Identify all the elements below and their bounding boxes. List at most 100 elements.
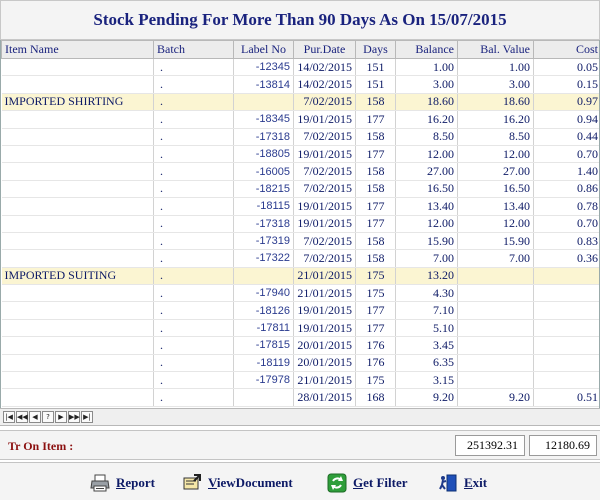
- column-header-label-no[interactable]: Label No: [233, 40, 294, 59]
- table-row[interactable]: . -17978 21/01/2015 175 3.15: [1, 371, 599, 390]
- cost-cell: 0.86: [533, 180, 599, 199]
- pur-date-cell: 7/02/2015: [293, 93, 356, 112]
- balance-cell: 3.00: [395, 75, 458, 94]
- table-row[interactable]: . -17322 7/02/2015 158 7.00 7.00 0.36: [1, 249, 599, 268]
- report-button-label: Report: [116, 475, 155, 490]
- last-page-button[interactable]: ▶|: [81, 411, 93, 423]
- stock-grid[interactable]: Item Name Batch Label No Pur.Date Days B…: [0, 40, 600, 408]
- first-page-button[interactable]: |◀: [3, 411, 15, 423]
- bal-value-cell: 7.00: [457, 249, 534, 268]
- item-name-cell: IMPORTED SUITING: [1, 267, 154, 286]
- table-row[interactable]: . -12345 14/02/2015 151 1.00 1.00 0.05: [1, 58, 599, 77]
- days-cell: 158: [355, 128, 396, 146]
- table-row[interactable]: . -18119 20/01/2015 176 6.35: [1, 354, 599, 373]
- pur-date-cell: 7/02/2015: [293, 128, 356, 146]
- cost-cell: [533, 371, 599, 390]
- label-no-cell: -18805: [233, 145, 294, 164]
- item-name-cell: [1, 371, 154, 390]
- total-balance-field: 251392.31: [455, 435, 525, 456]
- pur-date-cell: 20/01/2015: [293, 336, 356, 355]
- report-button[interactable]: Report: [90, 472, 155, 494]
- table-row[interactable]: . -17940 21/01/2015 175 4.30: [1, 284, 599, 303]
- days-cell: 168: [355, 388, 396, 407]
- view-document-button[interactable]: ViewDocument: [182, 472, 293, 494]
- table-row[interactable]: . -17319 7/02/2015 158 15.90 15.90 0.83: [1, 232, 599, 251]
- action-bar: Report ViewDocument Get Filter Exit: [0, 462, 600, 500]
- pur-date-cell: 19/01/2015: [293, 319, 356, 338]
- label-no-cell: -16005: [233, 162, 294, 181]
- column-header-bal-value[interactable]: Bal. Value: [457, 40, 534, 59]
- pur-date-cell: 7/02/2015: [293, 232, 356, 251]
- batch-cell: .: [153, 93, 234, 112]
- days-cell: 158: [355, 93, 396, 112]
- table-row[interactable]: . -16005 7/02/2015 158 27.00 27.00 1.40: [1, 162, 599, 181]
- batch-cell: .: [153, 215, 234, 233]
- balance-cell: 6.35: [395, 354, 458, 373]
- table-row[interactable]: . -18805 19/01/2015 177 12.00 12.00 0.70: [1, 145, 599, 164]
- balance-cell: 1.00: [395, 58, 458, 77]
- bal-value-cell: 16.20: [457, 110, 534, 129]
- table-row[interactable]: . -17318 19/01/2015 177 12.00 12.00 0.70: [1, 215, 599, 233]
- label-no-cell: [233, 93, 294, 112]
- get-filter-button[interactable]: Get Filter: [327, 472, 408, 494]
- previous-page-icon: ◀◀: [17, 413, 28, 421]
- item-name-cell: [1, 232, 154, 251]
- record-navigator: |◀ ◀◀ ◀? ▶ ▶▶ ▶|: [0, 408, 600, 426]
- batch-cell: .: [153, 232, 234, 251]
- column-header-batch[interactable]: Batch: [153, 40, 234, 59]
- next-page-button[interactable]: ▶▶: [68, 411, 80, 423]
- label-no-cell: -17940: [233, 284, 294, 303]
- table-row[interactable]: . -17811 19/01/2015 177 5.10: [1, 319, 599, 338]
- table-row[interactable]: . -18126 19/01/2015 177 7.10: [1, 301, 599, 320]
- table-row[interactable]: . -17815 20/01/2015 176 3.45: [1, 336, 599, 355]
- group-row[interactable]: IMPORTED SHIRTING. 7/02/2015 158 18.60 18.60…: [1, 93, 599, 112]
- days-cell: 158: [355, 162, 396, 181]
- column-header-balance[interactable]: Balance: [395, 40, 458, 59]
- totals-bar: Tr On Item : 251392.31 12180.69: [0, 430, 600, 460]
- table-row[interactable]: . 28/01/2015 168 9.20 9.20 0.51: [1, 388, 599, 407]
- item-name-cell: [1, 197, 154, 216]
- column-header-item-name[interactable]: Item Name: [1, 40, 154, 59]
- pur-date-cell: 19/01/2015: [293, 110, 356, 129]
- days-cell: 177: [355, 215, 396, 233]
- item-name-cell: [1, 319, 154, 338]
- table-row[interactable]: . -18115 19/01/2015 177 13.40 13.40 0.78: [1, 197, 599, 216]
- refresh-filter-icon: [327, 473, 347, 493]
- balance-cell: 16.20: [395, 110, 458, 129]
- label-no-cell: -17318: [233, 128, 294, 146]
- item-name-cell: IMPORTED SHIRTING: [1, 93, 154, 112]
- group-row[interactable]: IMPORTED SUITING. 21/01/2015 175 13.20: [1, 267, 599, 286]
- first-icon: |◀: [5, 413, 13, 421]
- table-row[interactable]: . -13814 14/02/2015 151 3.00 3.00 0.15: [1, 75, 599, 94]
- exit-door-icon: [439, 474, 457, 492]
- cost-cell: [533, 284, 599, 303]
- item-name-cell: [1, 388, 154, 407]
- table-row[interactable]: . -17318 7/02/2015 158 8.50 8.50 0.44: [1, 128, 599, 146]
- bal-value-cell: 12.00: [457, 215, 534, 233]
- cost-cell: [533, 267, 599, 286]
- column-header-pur-date[interactable]: Pur.Date: [293, 40, 356, 59]
- item-name-cell: [1, 75, 154, 94]
- days-cell: 177: [355, 110, 396, 129]
- total-value-field: 12180.69: [529, 435, 597, 456]
- table-row[interactable]: . -18345 19/01/2015 177 16.20 16.20 0.94: [1, 110, 599, 129]
- cost-cell: [533, 301, 599, 320]
- cost-cell: 1.40: [533, 162, 599, 181]
- exit-button[interactable]: Exit: [438, 472, 487, 494]
- pur-date-cell: 19/01/2015: [293, 197, 356, 216]
- balance-cell: 27.00: [395, 162, 458, 181]
- item-name-cell: [1, 162, 154, 181]
- next-record-button[interactable]: ▶: [55, 411, 67, 423]
- label-no-cell: -17322: [233, 249, 294, 268]
- previous-page-button[interactable]: ◀◀: [16, 411, 28, 423]
- pur-date-cell: 21/01/2015: [293, 284, 356, 303]
- previous-record-button[interactable]: ◀: [29, 411, 41, 423]
- table-row[interactable]: . -18215 7/02/2015 158 16.50 16.50 0.86: [1, 180, 599, 199]
- question-icon: ?: [46, 413, 50, 421]
- next-icon: ▶: [58, 413, 64, 421]
- column-header-days[interactable]: Days: [355, 40, 396, 59]
- column-header-cost[interactable]: Cost: [533, 40, 599, 59]
- stock-table: Item Name Batch Label No Pur.Date Days B…: [1, 40, 599, 407]
- help-button[interactable]: ?: [42, 411, 54, 423]
- item-name-cell: [1, 249, 154, 268]
